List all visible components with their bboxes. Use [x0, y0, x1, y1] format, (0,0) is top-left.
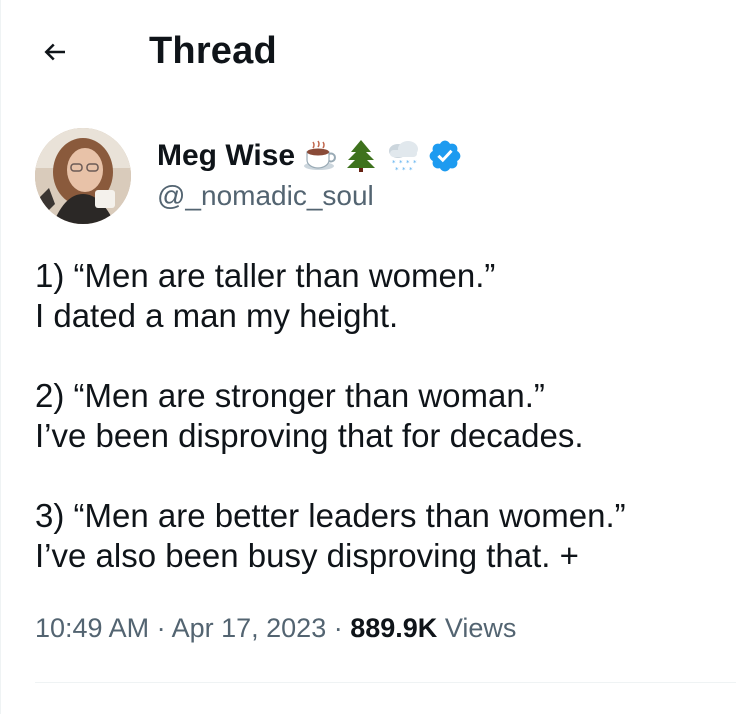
tweet-line: I dated a man my height.	[35, 297, 399, 334]
tweet-text: 1) “Men are taller than women.” I dated …	[35, 256, 715, 576]
display-name-row: Meg Wise * * * * * * *	[157, 136, 463, 176]
avatar-image	[35, 128, 131, 224]
evergreen-tree-icon	[343, 138, 379, 174]
svg-text:*: *	[395, 166, 399, 174]
svg-text:*: *	[413, 159, 417, 167]
divider	[35, 682, 736, 683]
views-label: Views	[444, 613, 517, 643]
svg-text:*: *	[409, 166, 413, 174]
tweet-timestamp[interactable]: 10:49 AM	[35, 613, 149, 643]
display-name[interactable]: Meg Wise	[157, 136, 295, 176]
tweet-line: I’ve also been busy disproving that. +	[35, 537, 579, 574]
author-names: Meg Wise * * * * * * * @_nomadic_soul	[157, 136, 463, 214]
meta-separator: ·	[326, 613, 351, 643]
verified-badge-icon[interactable]	[427, 138, 463, 174]
views-count: 889.9K	[350, 613, 438, 643]
tweet-thread-page: Thread Meg Wise * * * * * * * @_nomadic_…	[0, 0, 736, 714]
hot-beverage-icon	[301, 138, 337, 174]
tweet-line: 2) “Men are stronger than woman.”	[35, 377, 545, 414]
tweet-author: Meg Wise * * * * * * * @_nomadic_soul	[35, 128, 715, 228]
snow-cloud-icon: * * * * * * *	[385, 138, 421, 174]
arrow-left-icon	[44, 43, 65, 61]
tweet-date[interactable]: Apr 17, 2023	[172, 613, 327, 643]
tweet-meta: 10:49 AM · Apr 17, 2023 · 889.9K Views	[35, 610, 516, 646]
page-title: Thread	[149, 30, 277, 72]
meta-separator: ·	[149, 613, 172, 643]
svg-text:*: *	[402, 166, 406, 174]
author-handle[interactable]: @_nomadic_soul	[157, 178, 463, 214]
thread-header: Thread	[1, 0, 736, 100]
tweet-line: 1) “Men are taller than women.”	[35, 257, 496, 294]
back-button[interactable]	[33, 30, 77, 74]
tweet-line: 3) “Men are better leaders than women.”	[35, 497, 626, 534]
tweet-line: I’ve been disproving that for decades.	[35, 417, 584, 454]
avatar[interactable]	[35, 128, 131, 224]
